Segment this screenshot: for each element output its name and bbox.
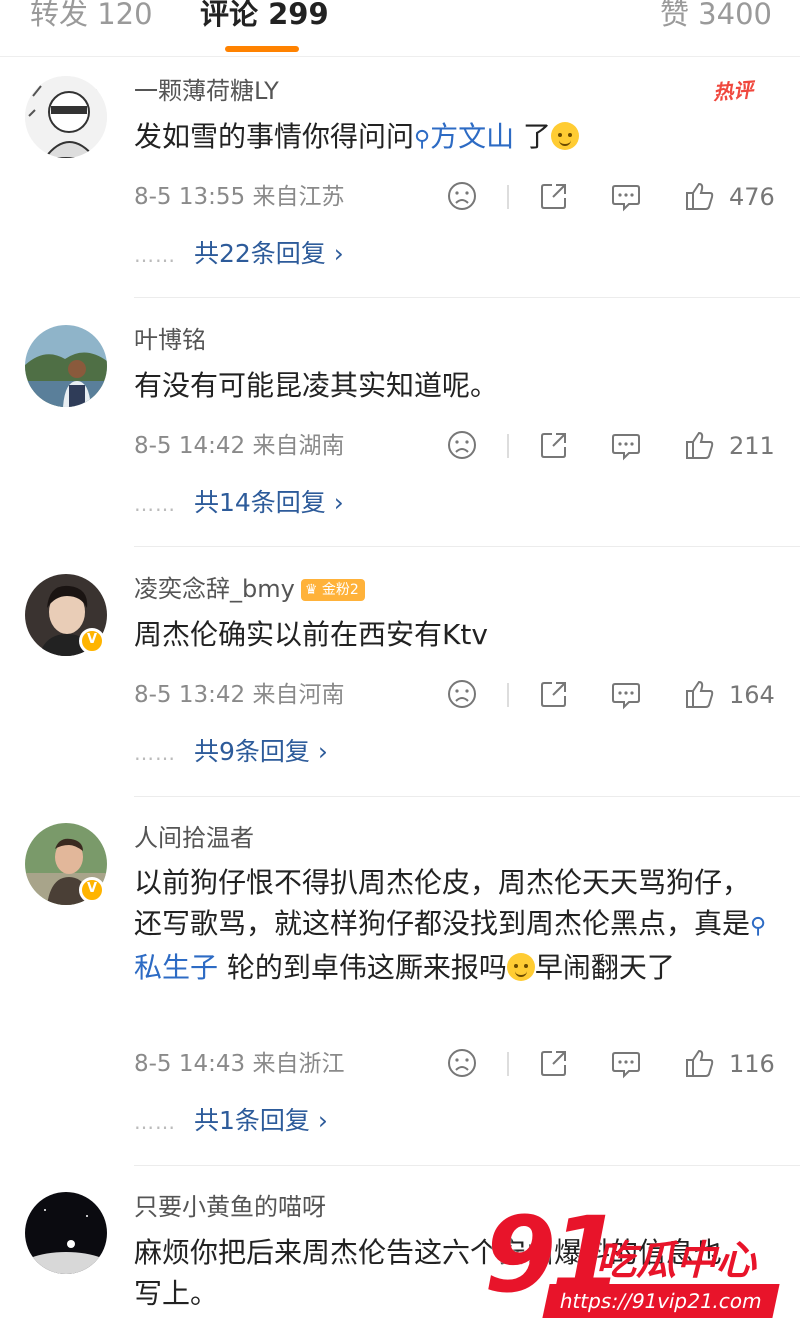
divider [134, 546, 800, 547]
avatar[interactable] [25, 325, 107, 407]
comment-body: 周杰伦确实以前在西安有Ktv [134, 618, 488, 651]
divider [134, 297, 800, 298]
share-icon[interactable] [538, 429, 570, 463]
dislike-icon[interactable] [446, 429, 478, 463]
comment-body: 发如雪的事情你得问问⚲方文山 了 [134, 116, 774, 160]
reply-count-label: 共1条回复 › [194, 1106, 328, 1135]
comment-tab-bar: 转发 120 评论 299 赞 3400 [0, 0, 800, 57]
avatar-image [25, 325, 107, 407]
comment-text: 了 [514, 120, 552, 153]
comment-meta: 8-5 13:55 来自江苏 [134, 182, 344, 212]
reply-count-label: 共22条回复 › [194, 239, 344, 268]
comment-meta: 8-5 13:42 来自河南 [134, 680, 344, 710]
tab-reposts[interactable]: 转发 120 [30, 0, 153, 36]
share-icon[interactable] [538, 678, 570, 712]
comment-actions: 116 [440, 1047, 780, 1081]
thumbs-up-icon[interactable] [684, 678, 716, 712]
reply-count-label: 共14条回复 › [194, 488, 344, 517]
comment-time: 8-5 13:42 [134, 682, 246, 708]
comment-actions: 164 [440, 678, 780, 712]
thumbs-up-icon[interactable] [684, 1047, 716, 1081]
username[interactable]: 凌奕念辞_bmy ♛ 金粉2 [134, 574, 365, 604]
view-replies-link[interactable]: …… 共14条回复 › [134, 487, 344, 520]
sweat-emoji-icon [551, 122, 580, 150]
search-icon: ⚲ [750, 914, 767, 939]
comment-body: 以前狗仔恨不得扒周杰伦皮，周杰伦天天骂狗仔，还写歌骂，就这样狗仔都没找到周杰伦黑… [134, 862, 774, 988]
reply-icon[interactable] [610, 429, 642, 463]
dislike-icon[interactable] [446, 180, 478, 214]
comment-body: 有没有可能昆凌其实知道呢。 [134, 369, 499, 402]
divider [134, 1165, 800, 1166]
username-text: 凌奕念辞_bmy [134, 575, 295, 603]
tab-comments[interactable]: 评论 299 [200, 0, 329, 36]
like-count: 476 [729, 183, 775, 211]
comment-location: 来自河南 [252, 682, 345, 708]
dislike-icon[interactable] [446, 678, 478, 712]
reply-dots: …… [134, 243, 176, 267]
tab-likes[interactable]: 赞 3400 [660, 0, 772, 36]
reply-count-label: 共9条回复 › [194, 737, 328, 766]
watermark-logo: 91 吃瓜中心 https://91vip21.com [466, 1194, 796, 1326]
like-count: 211 [729, 432, 775, 460]
watermark-url: https://91vip21.com [542, 1284, 780, 1318]
dislike-icon[interactable] [446, 1047, 478, 1081]
reply-icon[interactable] [610, 180, 642, 214]
reply-icon[interactable] [610, 1047, 642, 1081]
comment-meta: 8-5 14:42 来自湖南 [134, 431, 344, 461]
divider [134, 796, 800, 797]
divider [507, 185, 509, 209]
comment-text: 以前狗仔恨不得扒周杰伦皮，周杰伦天天骂狗仔，还写歌骂，就这样狗仔都没找到周杰伦黑… [134, 866, 751, 940]
hot-comment-badge: 热评 [712, 77, 754, 105]
username[interactable]: 只要小黄鱼的喵呀 [134, 1192, 326, 1222]
share-icon[interactable] [538, 180, 570, 214]
like-count: 164 [729, 681, 775, 709]
view-replies-link[interactable]: …… 共1条回复 › [134, 1105, 328, 1138]
comment-location: 来自江苏 [252, 184, 345, 210]
fan-level-label: 金粉2 [321, 582, 359, 598]
thumbs-up-icon[interactable] [684, 180, 716, 214]
comment-actions: 476 [440, 180, 780, 214]
comment-text: 轮的到卓伟这厮来报吗 [218, 951, 507, 984]
comment-meta: 8-5 14:43 来自浙江 [134, 1049, 344, 1079]
avatar-image [25, 1192, 107, 1274]
avatar[interactable] [25, 76, 107, 158]
divider [507, 1052, 509, 1076]
reply-dots: …… [134, 1110, 176, 1134]
avatar[interactable] [25, 1192, 107, 1274]
comment-text: 发如雪的事情你得问问 [134, 120, 415, 153]
active-tab-indicator [225, 46, 299, 52]
thumbs-up-icon[interactable] [684, 429, 716, 463]
laughing-emoji-icon [506, 953, 535, 981]
comment-location: 来自湖南 [252, 433, 345, 459]
fan-level-badge: ♛ 金粉2 [300, 579, 365, 601]
avatar-image [25, 76, 107, 158]
reply-icon[interactable] [610, 678, 642, 712]
divider [507, 434, 509, 458]
view-replies-link[interactable]: …… 共22条回复 › [134, 238, 344, 271]
username[interactable]: 叶博铭 [134, 325, 206, 355]
comment-text: 早闹翻天了 [534, 951, 675, 984]
reply-dots: …… [134, 492, 176, 516]
username[interactable]: 人间拾温者 [134, 823, 254, 853]
watermark-title: 吃瓜中心 [596, 1238, 756, 1284]
comment-location: 来自浙江 [252, 1051, 345, 1077]
reply-dots: …… [134, 741, 176, 765]
search-icon: ⚲ [414, 127, 431, 152]
username[interactable]: 一颗薄荷糖LY [134, 76, 279, 106]
crown-icon: ♛ [304, 582, 318, 598]
view-replies-link[interactable]: …… 共9条回复 › [134, 736, 328, 769]
comment-actions: 211 [440, 429, 780, 463]
divider [507, 683, 509, 707]
comment-time: 8-5 13:55 [134, 184, 246, 210]
topic-link-text: 方文山 [430, 120, 515, 153]
like-count: 116 [729, 1050, 775, 1078]
comment-time: 8-5 14:43 [134, 1051, 246, 1077]
topic-link-text: 私生子 [134, 951, 219, 984]
verified-badge-icon: V [79, 628, 105, 654]
share-icon[interactable] [538, 1047, 570, 1081]
comment-time: 8-5 14:42 [134, 433, 246, 459]
verified-badge-icon: V [79, 877, 105, 903]
topic-link[interactable]: ⚲方文山 [414, 120, 514, 153]
